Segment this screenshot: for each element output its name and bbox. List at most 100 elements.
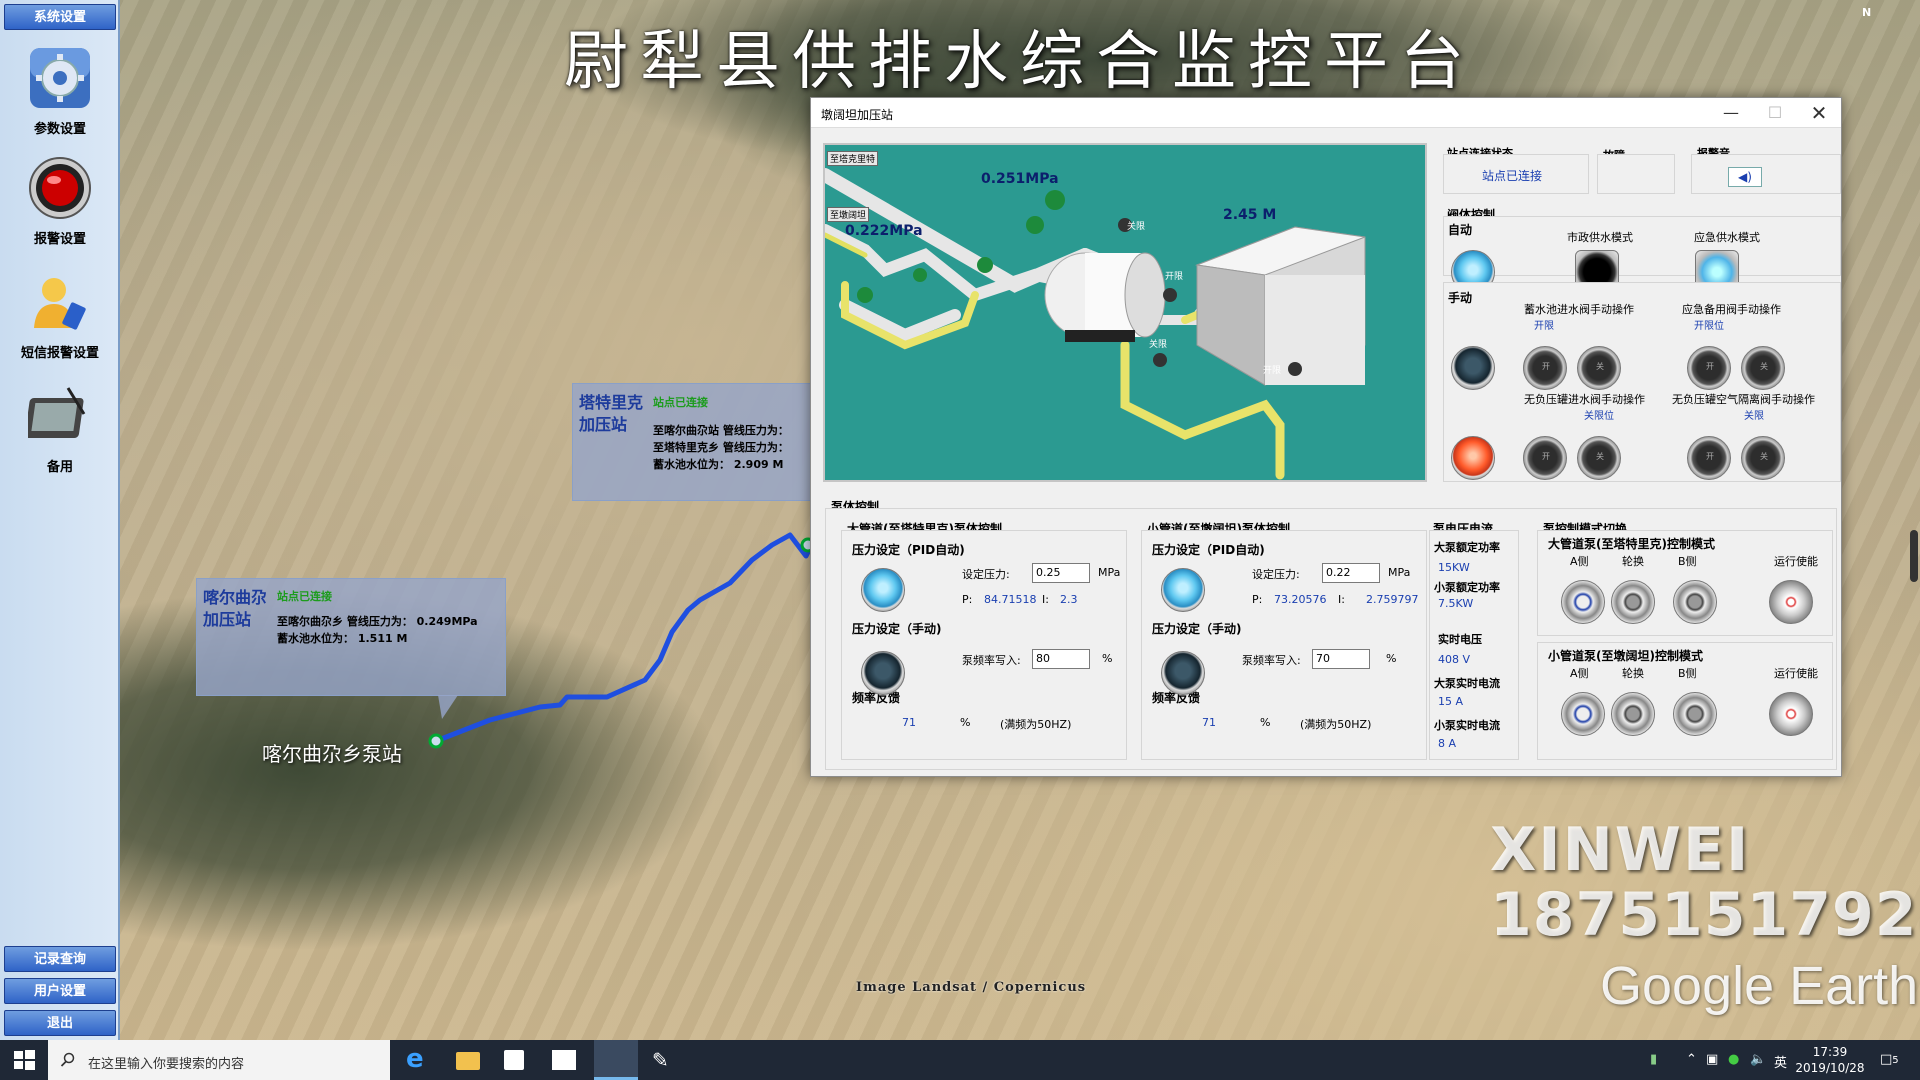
big-mode-rotate-button[interactable] [1611, 580, 1655, 624]
tray-expand-icon[interactable]: ⌃ [1686, 1052, 1697, 1067]
tank-inlet-open-knob[interactable]: 开 [1523, 346, 1567, 390]
small-mode-b-button[interactable] [1673, 692, 1717, 736]
municipal-mode-label: 市政供水模式 [1567, 231, 1633, 244]
small-pid-lamp[interactable] [1161, 568, 1205, 612]
valve-manual-label: 手动 [1448, 291, 1473, 305]
tank-inlet-close-knob[interactable]: 关 [1577, 346, 1621, 390]
emergency-valve-close-knob[interactable]: 关 [1741, 346, 1785, 390]
big-mode-a-button[interactable] [1561, 580, 1605, 624]
system-settings-button[interactable]: 系统设置 [4, 4, 116, 30]
clock-time: 17:39 [1812, 1045, 1848, 1059]
popup-pointer [438, 695, 458, 719]
station-line: 至喀尔曲尕站 管线压力为： [653, 424, 789, 437]
emergency-valve-label: 应急备用阀手动操作 [1682, 303, 1781, 316]
station-status: 站点已连接 [277, 590, 332, 603]
map-scrollbar[interactable] [1910, 530, 1918, 582]
emergency-valve-open-knob[interactable]: 开 [1687, 346, 1731, 390]
station-dialog: 墩阔坦加压站 — ☐ ✕ 至塔克里特 至墩阔坦 0.251MPa 0.222MP… [810, 97, 1842, 777]
valve-alarm-lamp[interactable] [1451, 436, 1495, 480]
station-line: 蓄水池水位为： 2.909 M [653, 458, 784, 471]
small-mode-rotate-button[interactable] [1611, 692, 1655, 736]
nonpressure-air-open-knob[interactable]: 开 [1687, 436, 1731, 480]
dialog-title: 墩阔坦加压站 [821, 108, 894, 122]
small-enable-power-icon[interactable] [1769, 692, 1813, 736]
sidebar-item-backup[interactable]: 备用 [0, 384, 120, 475]
record-query-button[interactable]: 记录查询 [4, 946, 116, 972]
big-set-pressure-input[interactable]: 0.25 [1032, 563, 1090, 583]
valve-auto-label: 自动 [1448, 223, 1473, 237]
file-explorer-icon[interactable] [456, 1052, 480, 1070]
nonpressure-inlet-close-knob[interactable]: 关 [1577, 436, 1621, 480]
station-popup-tatelike[interactable]: 塔特里克 加压站 站点已连接 至喀尔曲尕站 管线压力为： 至塔特里克乡 管线压力为… [572, 383, 812, 501]
sidebar-item-alarm[interactable]: 报警设置 [0, 156, 120, 247]
big-pid-lamp[interactable] [861, 568, 905, 612]
user-settings-button[interactable]: 用户设置 [4, 978, 116, 1004]
small-rated-label: 小泵额定功率 [1434, 581, 1500, 594]
big-freq-input[interactable]: 80 [1032, 649, 1090, 669]
store-icon[interactable] [504, 1050, 524, 1070]
sidebar-item-sms[interactable]: 短信报警设置 [0, 270, 120, 361]
fault-box [1597, 154, 1675, 194]
notification-icon[interactable]: □5 [1880, 1052, 1899, 1067]
valve-limit-label: 开限 [1263, 366, 1282, 376]
nonpressure-inlet-open-knob[interactable]: 开 [1523, 436, 1567, 480]
maximize-button[interactable]: ☐ [1753, 98, 1797, 128]
active-app-icon[interactable] [594, 1040, 638, 1080]
photos-icon[interactable] [552, 1050, 576, 1070]
network-icon[interactable]: ▣ [1706, 1052, 1718, 1067]
speaker-icon[interactable]: ◀) [1728, 167, 1762, 187]
voltage-label: 实时电压 [1438, 633, 1482, 646]
valve-manual-lamp[interactable] [1451, 346, 1495, 390]
station-popup-kaerqujia[interactable]: 喀尔曲尕 加压站 站点已连接 至喀尔曲尕乡 管线压力为： 0.249MPa 蓄水池… [196, 578, 506, 696]
big-mode-label: 大管道泵(至塔特里克)控制模式 [1548, 537, 1715, 551]
mode-col-rotate: 轮换 [1622, 667, 1644, 680]
search-placeholder: 在这里输入你要搜索的内容 [88, 1057, 245, 1072]
app-tray-icon[interactable]: ● [1728, 1052, 1739, 1067]
big-i-value: 2.3 [1060, 593, 1078, 606]
valve-limit-label: 关限 [1149, 340, 1168, 350]
sidebar-label: 短信报警设置 [20, 346, 99, 361]
big-enable-power-icon[interactable] [1769, 580, 1813, 624]
big-i-label: I: [1042, 593, 1049, 606]
valve-limit-label: 关限 [1127, 222, 1146, 232]
nonpressure-inlet-state: 关限位 [1584, 411, 1614, 422]
watermark-phone: 18751517924 [1490, 880, 1920, 950]
windows-start-icon[interactable] [12, 1048, 36, 1072]
clock[interactable]: 17:39 2019/10/28 [1788, 1044, 1872, 1076]
compass[interactable]: N [1862, 6, 1871, 19]
image-credit: Image Landsat / Copernicus [856, 980, 1087, 995]
pipe-tag: 至墩阔坦 [827, 207, 870, 222]
pipe-tag: 至塔克里特 [827, 151, 879, 166]
nonpressure-air-close-knob[interactable]: 关 [1741, 436, 1785, 480]
edge-icon[interactable]: e [406, 1046, 430, 1072]
big-p-label: P: [962, 593, 973, 606]
google-earth-logo: Google Earth [1600, 956, 1919, 1016]
paint-icon[interactable]: ✎ [652, 1048, 676, 1072]
small-i-value: 2.759797 [1366, 593, 1419, 606]
small-freq-input[interactable]: 70 [1312, 649, 1370, 669]
sidebar-item-params[interactable]: 参数设置 [0, 46, 120, 137]
battery-icon[interactable]: ▮ [1650, 1052, 1657, 1067]
small-manual-lamp[interactable] [1161, 651, 1205, 695]
big-freq-label: 泵频率写入: [962, 654, 1021, 667]
ime-indicator[interactable]: 英 [1774, 1052, 1787, 1071]
nonpressure-air-state: 关限 [1744, 411, 1764, 422]
alarm-light-icon [29, 157, 91, 219]
volume-icon[interactable]: 🔈 [1750, 1052, 1766, 1067]
close-button[interactable]: ✕ [1797, 98, 1841, 128]
station-name: 塔特里克 加压站 [579, 393, 644, 434]
taskbar-search[interactable]: 在这里输入你要搜索的内容 [48, 1040, 390, 1080]
nonpressure-inlet-label: 无负压罐进水阀手动操作 [1524, 393, 1645, 406]
mode-col-rotate: 轮换 [1622, 555, 1644, 568]
minimize-button[interactable]: — [1709, 98, 1753, 128]
small-mode-a-button[interactable] [1561, 692, 1605, 736]
valve-limit-label: 开限 [1165, 272, 1184, 282]
small-rated-value: 7.5KW [1438, 597, 1474, 610]
dialog-titlebar[interactable]: 墩阔坦加压站 — ☐ ✕ [811, 98, 1841, 128]
big-mode-b-button[interactable] [1673, 580, 1717, 624]
big-current-label: 大泵实时电流 [1434, 677, 1500, 690]
small-set-pressure-input[interactable]: 0.22 [1322, 563, 1380, 583]
small-i-label: I: [1338, 593, 1345, 606]
big-manual-lamp[interactable] [861, 651, 905, 695]
exit-button[interactable]: 退出 [4, 1010, 116, 1036]
